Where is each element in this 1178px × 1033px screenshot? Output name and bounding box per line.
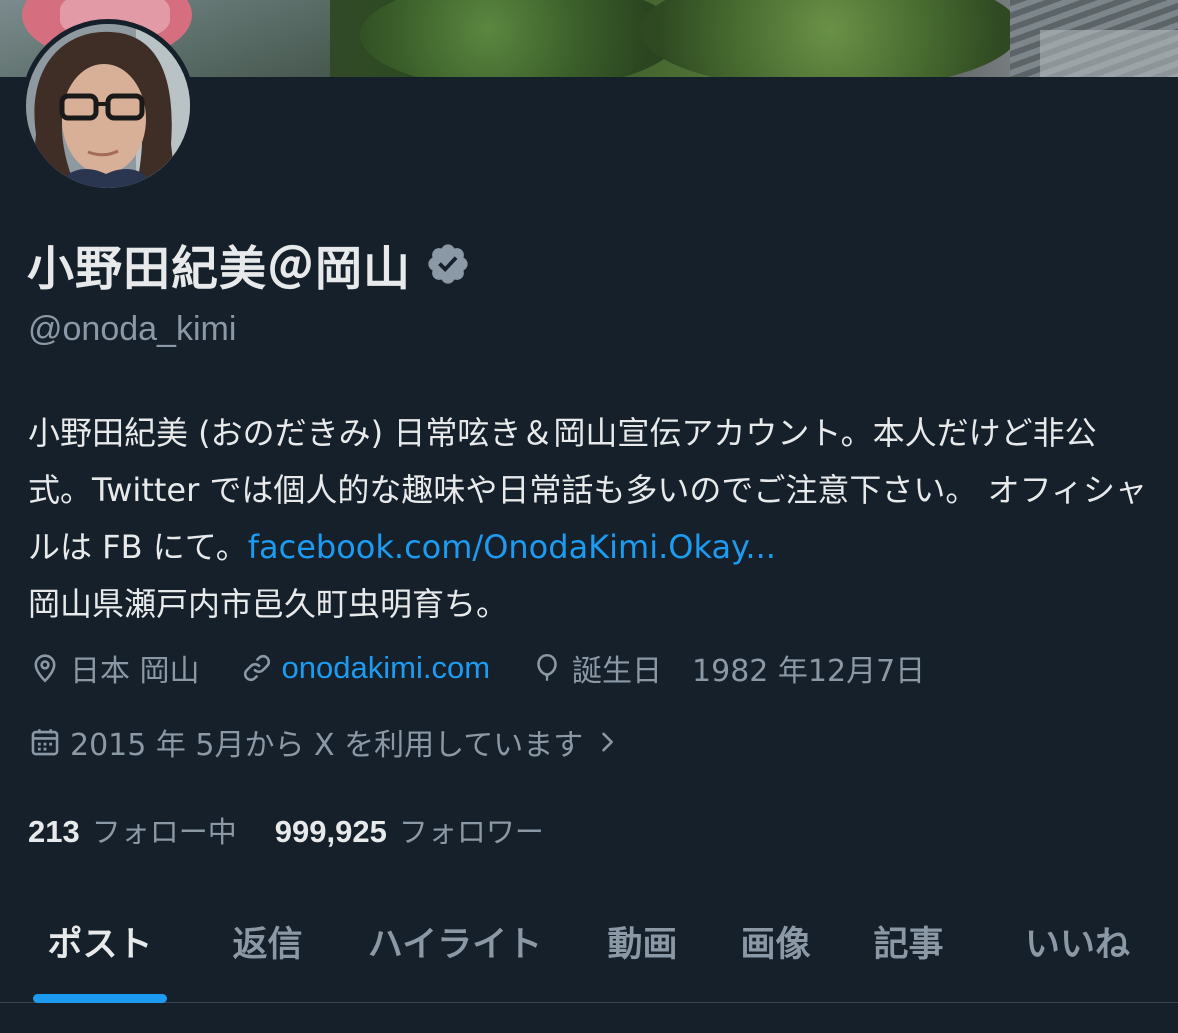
banner-castle-wall <box>1040 30 1178 77</box>
following-label: フォロー中 <box>91 815 237 849</box>
tab-highlights[interactable]: ハイライト <box>350 880 560 1002</box>
active-tab-indicator <box>33 994 167 1003</box>
following-count: 213 <box>28 814 80 849</box>
bio: 小野田紀美 (おのだきみ) 日常呟き＆岡山宣伝アカウント。本人だけど非公式。Tw… <box>28 405 1153 633</box>
balloon-icon <box>537 653 557 681</box>
followers-link[interactable]: 999,925 フォロワー <box>275 809 544 851</box>
handle: @onoda_kimi <box>28 310 237 348</box>
birthday-label: 誕生日 <box>572 654 663 689</box>
verified-badge-icon[interactable] <box>425 241 471 287</box>
joined-date[interactable]: 2015 年 5月から X を利用しています <box>28 714 629 770</box>
website-link[interactable]: onodakimi.com <box>282 650 490 686</box>
location-text: 日本 岡山 <box>70 654 200 689</box>
avatar-image <box>26 24 190 188</box>
tab-posts[interactable]: ポスト <box>20 880 180 1002</box>
profile-meta-row: 日本 岡山 onodakimi.com 誕生日 1982 年12月7日 <box>28 640 965 696</box>
bio-link[interactable]: facebook.com/OnodaKimi.Okay... <box>248 528 776 566</box>
birthday-value: 1982 年12月7日 <box>692 654 926 689</box>
tab-replies[interactable]: 返信 <box>205 880 330 1002</box>
location-pin-icon <box>34 654 56 683</box>
display-name: 小野田紀美＠岡山 <box>27 241 411 297</box>
tab-images[interactable]: 画像 <box>713 880 838 1002</box>
banner-trees <box>360 0 680 77</box>
banner-trees <box>640 0 1020 77</box>
tab-articles[interactable]: 記事 <box>846 880 971 1002</box>
chevron-right-icon <box>602 732 614 752</box>
link-icon <box>243 654 270 682</box>
followers-count: 999,925 <box>274 814 387 849</box>
location: 日本 岡山 <box>28 646 200 690</box>
joined-text: 2015 年 5月から X を利用しています <box>70 728 584 763</box>
avatar[interactable] <box>21 19 195 193</box>
birthday: 誕生日 1982 年12月7日 <box>530 646 925 690</box>
follow-stats: 213 フォロー中 999,925 フォロワー <box>28 805 582 855</box>
tab-videos[interactable]: 動画 <box>580 880 705 1002</box>
calendar-icon <box>31 729 59 756</box>
profile-tabs: ポスト 返信 ハイライト 動画 画像 記事 いいね <box>0 880 1178 1003</box>
following-link[interactable]: 213 フォロー中 <box>28 809 237 851</box>
tab-likes[interactable]: いいね <box>1000 880 1155 1002</box>
followers-label: フォロワー <box>398 815 544 849</box>
name-row: 小野田紀美＠岡山 <box>27 228 471 300</box>
bio-text: 岡山県瀬戸内市邑久町虫明育ち。 <box>28 585 509 623</box>
website[interactable]: onodakimi.com <box>240 650 490 686</box>
profile-page: 小野田紀美＠岡山 @onoda_kimi 小野田紀美 (おのだきみ) 日常呟き＆… <box>0 0 1178 1033</box>
